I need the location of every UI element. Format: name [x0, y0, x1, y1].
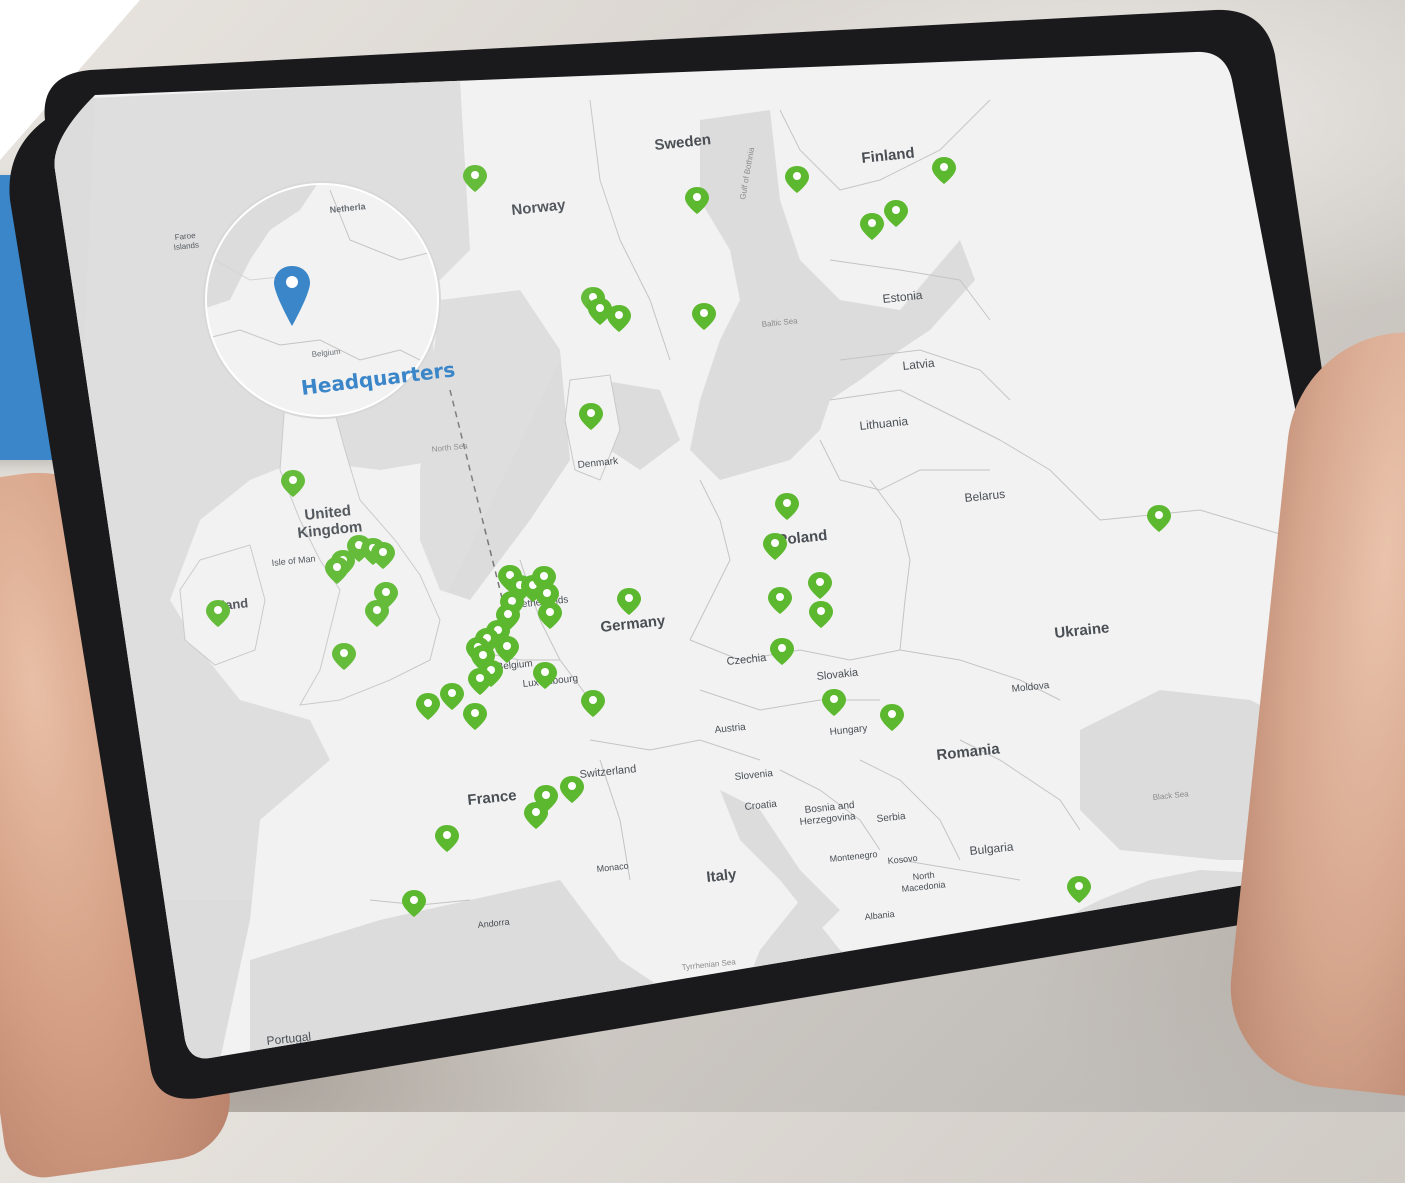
label-italy: Italy	[706, 866, 738, 886]
tablet: Sweden Norway Finland Estonia Latvia Lit…	[0, 0, 1405, 1112]
map-screen: Sweden Norway Finland Estonia Latvia Lit…	[54, 51, 1379, 1059]
